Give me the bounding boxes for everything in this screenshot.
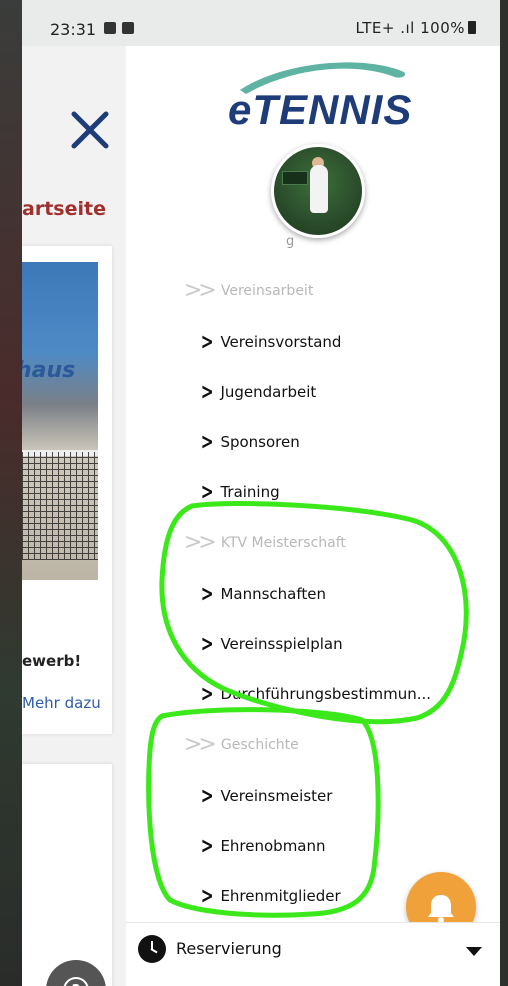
more-link[interactable]: Mehr dazu [22,694,101,712]
chevron-right-icon: > [200,834,214,859]
menu-item-label: Vereinsvorstand [220,333,342,351]
section-label: KTV Meisterschaft [220,535,346,551]
tennis-net [22,452,98,560]
news-card[interactable]: haus ewerb! Mehr dazu [22,246,112,734]
menu-item-label: Training [220,483,280,501]
menu-item-label: Durchführungsbestimmun... [220,685,432,703]
menu-item-label: Ehrenmitglieder [220,887,341,905]
news-image-text: haus [22,358,76,383]
section-header-vereinsarbeit[interactable]: >> Vereinsarbeit [184,278,313,304]
menu-item-label: Vereinsspielplan [220,635,343,653]
chevron-right-icon: > [200,784,214,809]
cut-off-text: g [286,234,295,249]
close-icon [71,111,109,149]
menu-item-training[interactable]: > Training [198,480,280,510]
double-chevron-right-icon: >> [184,530,217,555]
background-page: artseite haus ewerb! Mehr dazu ? [22,46,126,986]
status-right: LTE+ .ıl 100% [355,19,476,37]
battery-level: 100% [420,19,465,37]
menu-item-label: Mannschaften [220,585,326,603]
chevron-right-icon: > [200,884,214,909]
reservation-label: Reservierung [176,939,282,958]
menu-item-vereinsvorstand[interactable]: > Vereinsvorstand [198,330,342,360]
signal-indicator: LTE+ .ıl [355,19,415,37]
status-time: 23:31 [50,20,97,39]
player-figure [310,165,328,213]
image-notification-icon [104,22,116,34]
menu-item-label: Vereinsmeister [220,787,333,805]
club-avatar [271,144,365,238]
battery-icon [468,21,476,34]
news-image: haus [22,262,98,580]
scoreboard [282,171,308,185]
caret-down-icon[interactable] [466,947,482,956]
etennis-logo: eTENNIS [228,52,418,136]
section-label: Geschichte [220,737,299,753]
menu-item-vereinsspielplan[interactable]: > Vereinsspielplan [198,632,343,662]
status-bar: 23:31 LTE+ .ıl 100% [22,0,500,46]
check-notification-icon [122,22,134,34]
screen-backdrop-left [0,0,22,986]
menu-item-label: Ehrenobmann [220,837,326,855]
screen-backdrop-right [500,0,508,986]
menu-item-sponsoren[interactable]: > Sponsoren [198,430,300,460]
chevron-right-icon: > [200,582,214,607]
section-header-geschichte[interactable]: >> Geschichte [184,732,299,758]
double-chevron-right-icon: >> [184,278,217,303]
menu-item-vereinsmeister[interactable]: > Vereinsmeister [198,784,333,814]
menu-item-durchfuehrungsbestimmungen[interactable]: > Durchführungsbestimmun... [198,682,431,712]
news-headline: ewerb! [22,652,82,670]
section-header-ktv-meisterschaft[interactable]: >> KTV Meisterschaft [184,530,346,556]
chevron-right-icon: > [200,330,214,355]
close-button[interactable] [68,108,112,152]
menu-item-ehrenobmann[interactable]: > Ehrenobmann [198,834,326,864]
menu-item-label: Jugendarbeit [220,383,317,401]
section-label: Vereinsarbeit [220,283,314,299]
chevron-right-icon: > [200,632,214,657]
chevron-right-icon: > [200,480,214,505]
logo-text: eTENNIS [228,86,413,133]
question-icon: ? [63,977,89,986]
menu-item-jugendarbeit[interactable]: > Jugendarbeit [198,380,317,410]
clock-icon [138,935,166,963]
double-chevron-right-icon: >> [184,732,217,757]
menu-item-label: Sponsoren [220,433,300,451]
phone-screen: 23:31 LTE+ .ıl 100% artseite haus ewerb!… [22,0,500,986]
page-title: artseite [22,198,106,220]
second-card [22,764,112,986]
reservation-bar[interactable]: Reservierung [126,922,500,986]
navigation-drawer: eTENNIS g >> Vereinsarbeit > Vereinsvorsta… [126,46,500,986]
menu-item-ehrenmitglieder[interactable]: > Ehrenmitglieder [198,884,341,914]
menu-item-mannschaften[interactable]: > Mannschaften [198,582,326,612]
chevron-right-icon: > [200,380,214,405]
chevron-right-icon: > [200,682,214,707]
chevron-right-icon: > [200,430,214,455]
